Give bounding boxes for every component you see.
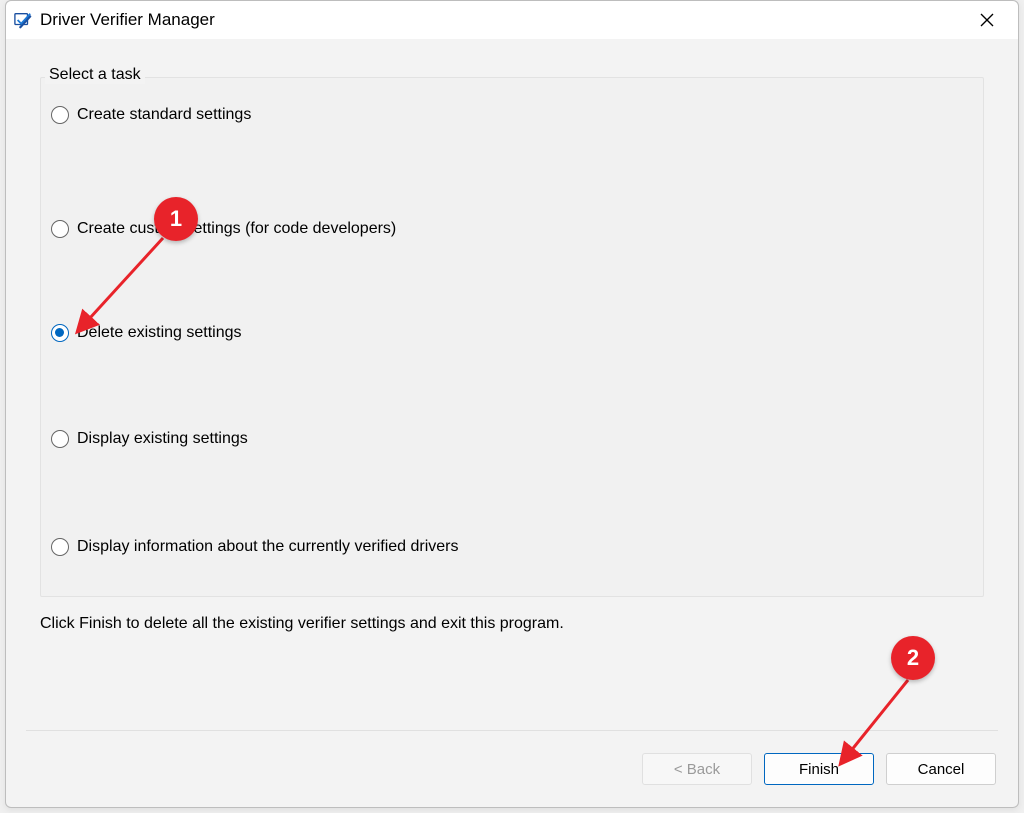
instruction-text: Click Finish to delete all the existing … [40,615,984,633]
back-button: < Back [642,753,752,785]
finish-button[interactable]: Finish [764,753,874,785]
radio-input[interactable] [51,220,69,238]
groupbox-legend: Select a task [45,66,145,84]
window-title: Driver Verifier Manager [40,10,964,30]
radio-create-standard[interactable]: Create standard settings [51,106,973,124]
radio-input[interactable] [51,538,69,556]
dialog-content: Select a task Create standard settings C… [6,39,1018,633]
radio-input[interactable] [51,106,69,124]
radio-label: Delete existing settings [77,324,242,342]
close-icon [980,13,994,27]
radio-label: Create standard settings [77,106,251,124]
close-button[interactable] [964,4,1010,36]
title-bar: Driver Verifier Manager [6,1,1018,39]
app-icon [14,11,32,29]
radio-label: Display existing settings [77,430,248,448]
radio-input[interactable] [51,430,69,448]
annotation-badge-2: 2 [891,636,935,680]
cancel-button[interactable]: Cancel [886,753,996,785]
task-groupbox: Select a task Create standard settings C… [40,77,984,597]
separator [26,730,998,731]
radio-input[interactable] [51,324,69,342]
dialog-window: Driver Verifier Manager Select a task Cr… [5,0,1019,808]
radio-display-info[interactable]: Display information about the currently … [51,538,973,556]
button-row: < Back Finish Cancel [642,753,996,785]
radio-label: Display information about the currently … [77,538,459,556]
radio-label: Create custom settings (for code develop… [77,220,396,238]
radio-delete-existing[interactable]: Delete existing settings [51,324,973,342]
radio-display-existing[interactable]: Display existing settings [51,430,973,448]
annotation-badge-1: 1 [154,197,198,241]
